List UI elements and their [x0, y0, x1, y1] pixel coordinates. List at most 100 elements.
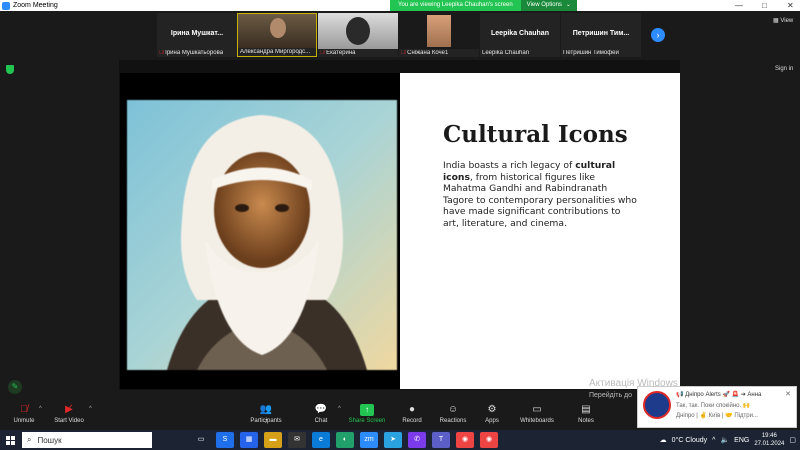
unmute-label: Unmute — [13, 418, 35, 424]
participants-button[interactable]: 👥7 Participants — [248, 404, 284, 425]
windows-taskbar: ⌕ Пошук ▭ S ▦ ▬ ✉ e ◐ zm ➤ ✆ T ◉ ◉ ☁ 0°C… — [0, 430, 800, 450]
whiteboard-icon: ▭ — [532, 404, 542, 415]
grid-icon: ▦ — [773, 18, 779, 24]
chrome-icon[interactable]: ◉ — [456, 432, 474, 448]
slide-body: India boasts a rich legacy of cultural i… — [443, 160, 638, 230]
viber-icon[interactable]: ✆ — [408, 432, 426, 448]
participant-video — [318, 13, 398, 49]
start-video-button[interactable]: ▶̸ Start Video — [52, 404, 86, 424]
close-button[interactable]: ✕ — [787, 0, 794, 11]
video-off-icon: ▶̸ — [65, 404, 73, 415]
chat-button[interactable]: 💬 Chat — [311, 404, 331, 424]
clock[interactable]: 19:46 27.01.2024 — [754, 432, 784, 448]
edge-icon[interactable]: e — [312, 432, 330, 448]
slide-body-text: India boasts a rich legacy of — [443, 160, 576, 171]
participant-tile[interactable]: Александра Миргородс... — [237, 13, 317, 57]
participant-label-text: Екатерина — [326, 50, 356, 56]
skype-icon[interactable]: S — [216, 432, 234, 448]
chat-icon: 💬 — [314, 404, 328, 415]
security-shield-icon[interactable] — [6, 65, 14, 74]
maximize-button[interactable]: □ — [762, 0, 767, 11]
share-screen-button[interactable]: ↑ Share Screen — [348, 404, 386, 424]
slide-title: Cultural Icons — [443, 121, 628, 148]
view-options-button[interactable]: View Options ⌄ — [520, 0, 577, 11]
next-page-button[interactable]: › — [651, 28, 665, 42]
clock-time: 19:46 — [761, 433, 777, 439]
notification-line: Так, так. Поки спокійно. 🙌 — [676, 403, 751, 409]
caret-up-icon: ^ — [39, 406, 42, 412]
notes-label: Notes — [578, 418, 594, 424]
participant-tile[interactable]: Петришин Тим... Петришин Тимофей — [561, 13, 641, 57]
participant-label: Александра Миргородс... — [240, 49, 310, 55]
unmute-button[interactable]: 🎙̸ Unmute — [10, 404, 38, 424]
participant-tile[interactable]: 🎙̸ Сніжана Коче1 — [399, 13, 479, 57]
chevron-up-icon[interactable]: ^ — [712, 437, 715, 444]
sign-in-link[interactable]: Sign in — [775, 66, 793, 72]
close-icon[interactable]: ✕ — [785, 390, 791, 398]
participant-label: Leepika Chauhan — [482, 50, 529, 56]
face-shape — [270, 18, 286, 38]
whiteboards-button[interactable]: ▭ Whiteboards — [518, 404, 556, 424]
start-video-label: Start Video — [54, 418, 84, 424]
view-label: View — [780, 18, 794, 24]
system-tray: ☁ 0°C Cloudy ^ 🔈 ENG 19:46 27.01.2024 ▢ — [660, 430, 800, 450]
apps-button[interactable]: ⚙ Apps — [482, 404, 502, 424]
task-view-icon[interactable]: ▭ — [192, 432, 210, 448]
caret-up-icon: ^ — [338, 406, 341, 412]
participant-label-text: Сніжана Коче1 — [407, 50, 449, 56]
speaker-icon[interactable]: 🔈 — [720, 436, 729, 444]
folder-icon[interactable]: ▬ — [264, 432, 282, 448]
chrome-profile-icon[interactable]: ◉ — [480, 432, 498, 448]
view-options-label: View Options — [526, 2, 562, 8]
participant-label-text: Александра Миргородс... — [240, 49, 311, 55]
weather-text[interactable]: 0°C Cloudy — [672, 437, 707, 444]
chevron-right-icon: › — [656, 30, 660, 40]
participant-label-text: Петришин Тимофей — [563, 50, 619, 56]
edge-green-icon[interactable]: ◐ — [336, 432, 354, 448]
viewing-banner: You are viewing Leepika Chauhan's screen… — [390, 0, 577, 11]
participant-label: 🎙̸ Ірина Мушкатьорова — [159, 50, 223, 56]
reactions-button[interactable]: ☺ Reactions — [438, 404, 468, 424]
participant-video — [238, 14, 316, 48]
minimize-button[interactable]: — — [735, 0, 743, 11]
zoom-taskbar-icon[interactable]: zm — [360, 432, 378, 448]
mail-icon[interactable]: ✉ — [288, 432, 306, 448]
participant-name: Leepika Chauhan — [491, 30, 549, 37]
view-button[interactable]: ▦ View — [773, 17, 793, 24]
participant-tile[interactable]: Leepika Chauhan Leepika Chauhan — [480, 13, 560, 57]
telegram-notification[interactable]: 📢 Дніпро Alerts 🚀 🚨 ➔ Анна Так, так. Пок… — [637, 386, 797, 428]
participant-name: Петришин Тим... — [572, 30, 630, 37]
apps-label: Apps — [485, 418, 499, 424]
windows-icon — [5, 435, 15, 445]
teams-icon[interactable]: T — [432, 432, 450, 448]
clock-date: 27.01.2024 — [754, 441, 785, 447]
slide-body-text: , from historical figures like Mahatma G… — [443, 171, 637, 229]
notes-button[interactable]: ▤ Notes — [575, 404, 597, 424]
caret-up-icon: ^ — [89, 406, 92, 412]
mic-muted-icon: 🎙̸ — [320, 50, 325, 56]
annotate-pencil-icon[interactable]: ✎ — [8, 380, 22, 394]
taskbar-search[interactable]: ⌕ Пошук — [22, 432, 152, 448]
notification-center-icon[interactable]: ▢ — [789, 436, 796, 444]
participant-tile[interactable]: 🎙̸ Екатерина — [318, 13, 398, 57]
participant-tile[interactable]: Ірина Мушкат... 🎙̸ Ірина Мушкатьорова — [157, 13, 237, 57]
search-icon: ⌕ — [27, 435, 32, 444]
mic-muted-icon: 🎙̸ — [159, 50, 164, 56]
apps-icon: ⚙ — [487, 404, 497, 415]
participant-video — [399, 13, 479, 49]
face-shape — [427, 15, 451, 47]
notification-title: 📢 Дніпро Alerts 🚀 🚨 ➔ Анна — [676, 392, 762, 398]
record-button[interactable]: ● Record — [400, 404, 424, 424]
participant-label: 🎙̸ Екатерина — [320, 50, 356, 56]
chat-label: Chat — [314, 418, 328, 424]
language-indicator[interactable]: ENG — [734, 437, 749, 444]
store-icon[interactable]: ▦ — [240, 432, 258, 448]
chevron-down-icon: ⌄ — [565, 2, 571, 8]
viewing-message: You are viewing Leepika Chauhan's screen — [390, 0, 521, 11]
telegram-icon[interactable]: ➤ — [384, 432, 402, 448]
mic-muted-icon: 🎙̸ — [401, 50, 406, 56]
record-icon: ● — [408, 404, 416, 415]
participants-icon: 👥7 — [259, 404, 273, 425]
notification-line: Дніпро | ✌ Київ | 🤝 Підтри... — [676, 413, 758, 419]
start-button[interactable] — [0, 430, 20, 450]
